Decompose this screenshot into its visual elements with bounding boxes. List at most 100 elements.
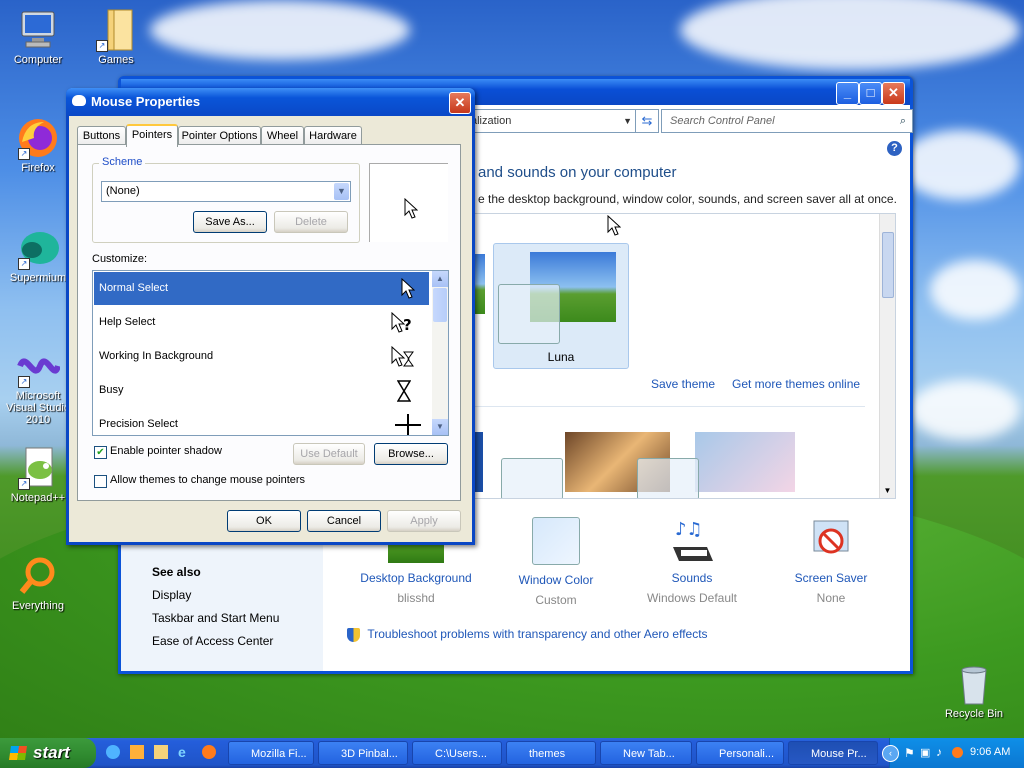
taskbar: start e Mozilla Fi... 3D Pinbal... C:\Us… xyxy=(0,738,1024,768)
list-item[interactable]: Precision Select xyxy=(94,408,429,435)
allow-themes-label: Allow themes to change mouse pointers xyxy=(110,474,306,486)
quick-launch-browser-icon[interactable] xyxy=(106,745,120,759)
tray-network-icon[interactable]: ▣ xyxy=(920,746,930,759)
desktop-icon-notepad-plus[interactable]: ↗ Notepad++ xyxy=(0,446,76,504)
list-item[interactable]: Working In Background xyxy=(94,340,429,373)
apply-button[interactable]: Apply xyxy=(387,510,461,532)
close-button[interactable]: ✕ xyxy=(882,82,905,105)
enable-shadow-label: Enable pointer shadow xyxy=(110,445,222,457)
start-button[interactable]: start xyxy=(0,738,96,768)
chevron-down-icon[interactable]: ▼ xyxy=(334,183,349,200)
working-in-background-icon xyxy=(391,340,415,373)
taskbar-item-mouse-properties[interactable]: Mouse Pr... xyxy=(788,741,878,765)
category-sounds[interactable]: ♪♫ Sounds Windows Default xyxy=(627,517,757,605)
window-color-icon xyxy=(532,517,580,565)
dialog-close-button[interactable]: ✕ xyxy=(449,92,471,114)
desktop-icon-computer[interactable]: Computer xyxy=(0,8,76,66)
enable-shadow-checkbox[interactable]: ✔ xyxy=(94,446,107,459)
chevron-down-icon[interactable]: ▼ xyxy=(623,110,632,132)
use-default-button[interactable]: Use Default xyxy=(293,443,365,465)
hourglass-icon xyxy=(396,374,412,407)
tray-flag-icon[interactable]: ⚑ xyxy=(904,746,915,760)
list-item[interactable]: Normal Select xyxy=(94,272,429,305)
scheme-label: Scheme xyxy=(99,156,146,168)
svg-text:♪♫: ♪♫ xyxy=(675,519,703,540)
tab-hardware[interactable]: Hardware xyxy=(304,126,362,145)
see-also-title: See also xyxy=(152,565,201,579)
screen-saver-icon xyxy=(808,517,854,563)
tray-firefox-icon[interactable] xyxy=(952,747,963,758)
desktop-icon-firefox[interactable]: ↗ Firefox xyxy=(0,116,76,174)
get-more-themes-link[interactable]: Get more themes online xyxy=(732,377,860,391)
see-also-link-taskbar[interactable]: Taskbar and Start Menu xyxy=(152,611,279,625)
pointer-list[interactable]: Normal Select Help Select ? Working In B… xyxy=(92,270,449,436)
tray-volume-icon[interactable]: ♪ xyxy=(936,745,942,759)
taskbar-item-pinball[interactable]: 3D Pinbal... xyxy=(318,741,408,765)
address-bar[interactable]: alization ▼ xyxy=(466,109,637,133)
quick-launch-explorer-icon[interactable] xyxy=(154,745,168,759)
taskbar-item-themes[interactable]: themes xyxy=(506,741,596,765)
theme-name: Luna xyxy=(547,350,575,364)
list-item[interactable]: Busy xyxy=(94,374,429,407)
search-input[interactable]: Search Control Panel ⌕ xyxy=(661,109,913,133)
maximize-button[interactable]: □ xyxy=(859,82,882,105)
cancel-button[interactable]: Cancel xyxy=(307,510,381,532)
scheme-select[interactable]: (None) ▼ xyxy=(101,181,351,202)
quick-launch-ie-icon[interactable]: e xyxy=(178,745,192,759)
allow-themes-checkbox[interactable] xyxy=(94,475,107,488)
quick-launch-firefox-icon[interactable] xyxy=(202,745,216,759)
dialog-titlebar[interactable]: Mouse Properties ✕ xyxy=(66,88,475,116)
delete-button[interactable]: Delete xyxy=(274,211,348,233)
pointer-list-scrollbar[interactable]: ▲ ▼ xyxy=(432,271,448,435)
browse-button[interactable]: Browse... xyxy=(374,443,448,465)
ok-button[interactable]: OK xyxy=(227,510,301,532)
taskbar-item-personalization[interactable]: Personali... xyxy=(696,741,784,765)
troubleshoot-row[interactable]: Troubleshoot problems with transparency … xyxy=(347,627,708,642)
tab-pointers[interactable]: Pointers xyxy=(126,124,178,147)
theme-row-2[interactable] xyxy=(445,422,885,498)
list-item[interactable]: Help Select ? xyxy=(94,306,429,339)
category-screen-saver[interactable]: Screen Saver None xyxy=(766,517,896,605)
mouse-properties-dialog[interactable]: Mouse Properties ✕ Buttons Pointers Poin… xyxy=(66,88,475,545)
taskbar-item-new-tab[interactable]: New Tab... xyxy=(600,741,692,765)
scroll-down-arrow-icon[interactable]: ▼ xyxy=(432,419,448,435)
scheme-group: Scheme (None) ▼ Save As... Delete xyxy=(92,156,360,243)
tab-buttons[interactable]: Buttons xyxy=(77,126,126,145)
firefox-icon: ↗ xyxy=(16,116,60,160)
save-as-button[interactable]: Save As... xyxy=(193,211,267,233)
category-window-color[interactable]: Window Color Custom xyxy=(491,517,621,607)
desktop-icon-visual-studio[interactable]: ↗ Microsoft Visual Studio 2010 xyxy=(0,344,76,426)
desktop-icon-everything[interactable]: Everything xyxy=(0,554,76,612)
search-icon[interactable]: ⌕ xyxy=(900,110,906,132)
visual-studio-icon: ↗ xyxy=(16,344,61,388)
category-value: None xyxy=(816,591,846,605)
save-theme-link[interactable]: Save theme xyxy=(651,377,715,391)
computer-icon xyxy=(16,8,60,52)
scroll-up-arrow-icon[interactable]: ▲ xyxy=(432,271,448,287)
minimize-button[interactable]: _ xyxy=(836,82,859,105)
tab-pointer-options[interactable]: Pointer Options xyxy=(178,126,261,145)
search-placeholder: Search Control Panel xyxy=(670,115,775,127)
see-also-link-ease-of-access[interactable]: Ease of Access Center xyxy=(152,634,273,648)
shortcut-arrow-icon: ↗ xyxy=(96,40,108,52)
category-label: Screen Saver xyxy=(794,571,868,585)
help-icon[interactable]: ? xyxy=(887,141,902,156)
desktop-icon-recycle-bin[interactable]: Recycle Bin xyxy=(936,662,1012,720)
desktop-icon-label: Recycle Bin xyxy=(944,708,1004,720)
refresh-button[interactable]: ⇆ xyxy=(635,109,659,133)
quick-launch-media-icon[interactable] xyxy=(130,745,144,759)
desktop-icon-games[interactable]: ↗ Games xyxy=(78,8,154,66)
see-also-link-display[interactable]: Display xyxy=(152,588,191,602)
supermium-icon: ↗ xyxy=(16,226,60,270)
tray-expand-icon[interactable]: ‹ xyxy=(882,745,899,762)
tab-wheel[interactable]: Wheel xyxy=(261,126,304,145)
everything-search-icon xyxy=(16,554,60,598)
category-value: Custom xyxy=(535,593,577,607)
theme-luna[interactable]: Luna xyxy=(493,243,629,369)
taskbar-item-firefox[interactable]: Mozilla Fi... xyxy=(228,741,314,765)
troubleshoot-link[interactable]: Troubleshoot problems with transparency … xyxy=(367,627,707,641)
clock[interactable]: 9:06 AM xyxy=(970,746,1010,758)
arrow-cursor-icon xyxy=(404,197,419,223)
desktop-icon-supermium[interactable]: ↗ Supermium xyxy=(0,226,76,284)
taskbar-item-cmd[interactable]: C:\Users... xyxy=(412,741,502,765)
